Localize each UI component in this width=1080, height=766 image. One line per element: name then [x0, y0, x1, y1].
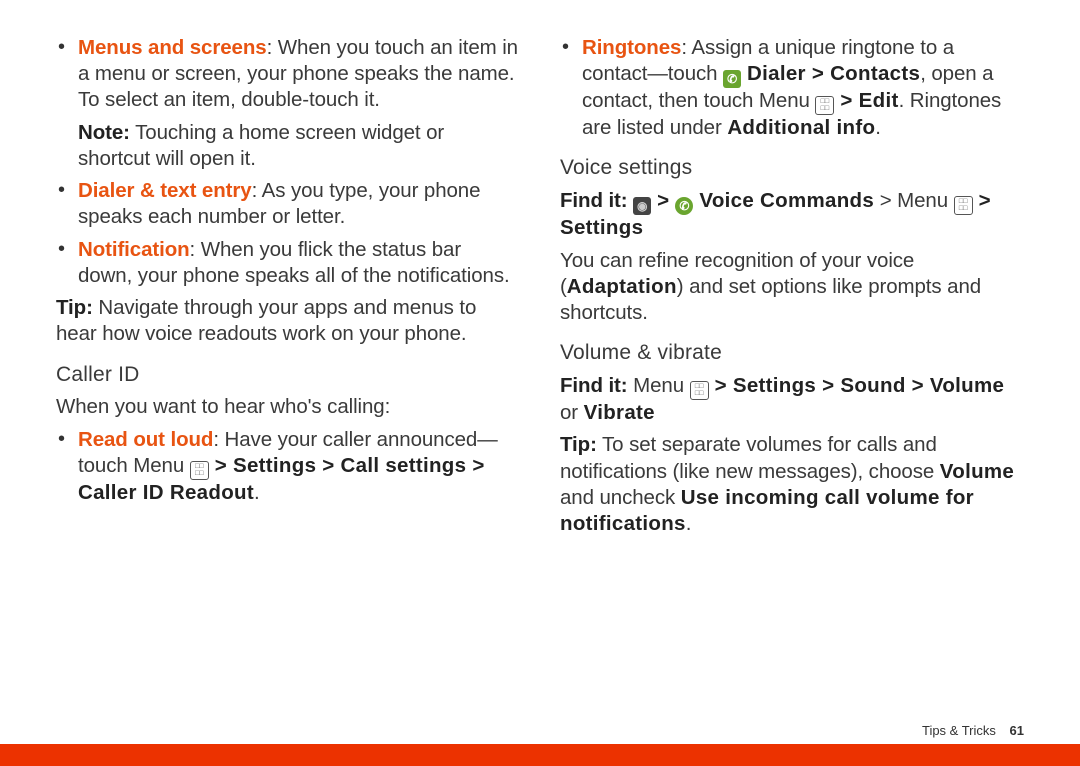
dialer-icon [723, 70, 741, 88]
bullet-read-out-loud: Read out loud: Have your caller announce… [56, 427, 520, 506]
adaptation: Adaptation [567, 275, 677, 298]
period: . [686, 512, 692, 535]
menu-icon [815, 96, 834, 115]
note-body: Touching a home screen widget or shortcu… [78, 121, 444, 170]
voice-settings-body: You can refine recognition of your voice… [560, 248, 1024, 327]
vibrate: Vibrate [584, 401, 655, 424]
nav-edit: > Edit [834, 89, 898, 112]
right-column: Ringtones: Assign a unique ringtone to a… [560, 35, 1024, 543]
text: Menu [628, 374, 690, 397]
footer-bar [0, 744, 1080, 766]
tip-body: Navigate through your apps and menus to … [56, 296, 476, 345]
volume: Volume [940, 460, 1014, 483]
left-column: Menus and screens: When you touch an ite… [56, 35, 520, 543]
tip-volume: Tip: To set separate volumes for calls a… [560, 432, 1024, 537]
section-name: Tips & Tricks [922, 723, 996, 738]
page-footer: Tips & Tricks 61 [922, 723, 1024, 738]
bullet-notification: Notification: When you flick the status … [56, 237, 520, 289]
text: and uncheck [560, 486, 681, 509]
page-number: 61 [1010, 723, 1024, 738]
bullet-head: Ringtones [582, 36, 681, 59]
bullet-head: Menus and screens [78, 36, 267, 59]
menu-icon [690, 381, 709, 400]
find-it-label: Find it: [560, 189, 628, 212]
voice-commands-icon [675, 197, 693, 215]
menu-icon [190, 461, 209, 480]
heading-volume-vibrate: Volume & vibrate [560, 340, 1024, 367]
tip-label: Tip: [560, 433, 597, 456]
bullet-dialer-text: Dialer & text entry: As you type, your p… [56, 178, 520, 230]
voice-commands: Voice Commands [693, 189, 874, 212]
text: To set separate volumes for calls and no… [560, 433, 940, 482]
launcher-icon [633, 197, 651, 215]
additional-info: Additional info [727, 116, 875, 139]
find-it-label: Find it: [560, 374, 628, 397]
caller-id-intro: When you want to hear who's calling: [56, 394, 520, 420]
bullet-menus-screens: Menus and screens: When you touch an ite… [56, 35, 520, 114]
nav-path: Dialer > Contacts [741, 62, 920, 85]
two-column-layout: Menus and screens: When you touch an ite… [0, 0, 1080, 543]
or: or [560, 401, 584, 424]
bullet-head: Dialer & text entry [78, 179, 252, 202]
tip-label: Tip: [56, 296, 93, 319]
find-it-voice: Find it: > Voice Commands > Menu > Setti… [560, 188, 1024, 241]
tip-block: Tip: Navigate through your apps and menu… [56, 295, 520, 347]
heading-caller-id: Caller ID [56, 362, 520, 389]
manual-page: Menus and screens: When you touch an ite… [0, 0, 1080, 766]
menu-icon [954, 196, 973, 215]
period: . [875, 116, 881, 139]
nav-path: > Settings > Sound > Volume [709, 374, 1005, 397]
bullet-ringtones: Ringtones: Assign a unique ringtone to a… [560, 35, 1024, 141]
find-it-volume: Find it: Menu > Settings > Sound > Volum… [560, 373, 1024, 426]
gt: > [651, 189, 675, 212]
bullet-head: Notification [78, 238, 190, 261]
note-label: Note: [78, 121, 130, 144]
text: > Menu [874, 189, 954, 212]
note-block: Note: Touching a home screen widget or s… [56, 120, 520, 172]
heading-voice-settings: Voice settings [560, 155, 1024, 182]
period: . [254, 481, 260, 504]
bullet-head: Read out loud [78, 428, 213, 451]
